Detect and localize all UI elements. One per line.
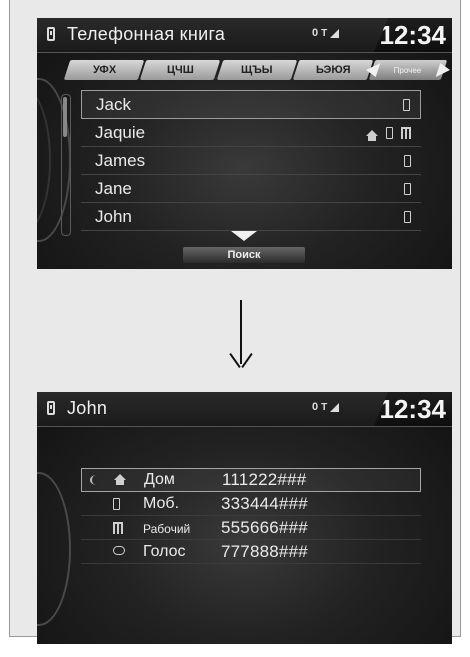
header-bar: Телефонная книга 0 T 12:34	[37, 18, 452, 53]
phone-icon	[404, 210, 411, 223]
phone-icon	[404, 154, 411, 167]
phonebook-screen: Телефонная книга 0 T 12:34 УФХ ЦЧШ ЩЪЫ Ь…	[37, 18, 452, 269]
scrollbar[interactable]	[61, 94, 71, 236]
status-indicator: 0 T	[312, 27, 340, 39]
page-title: Телефонная книга	[67, 24, 226, 44]
phone-icon	[404, 182, 411, 195]
call-icon	[90, 475, 102, 485]
contact-name: John	[67, 398, 108, 418]
work-icon	[401, 126, 411, 139]
number-row-work[interactable]: Рабочий 555666###	[81, 517, 421, 540]
home-icon	[366, 129, 378, 141]
header-bar: John 0 T 12:34	[37, 392, 452, 427]
search-button[interactable]: Поиск	[183, 247, 305, 263]
clock-tab: 12:34	[374, 18, 452, 52]
phone-icon	[47, 401, 55, 415]
contact-row-james[interactable]: James	[81, 147, 421, 175]
number-row-voice[interactable]: Голос 777888###	[81, 541, 421, 564]
number-list: Дом 111222### Моб. 333444### Рабочий 555…	[81, 468, 421, 565]
signal-icon	[330, 28, 340, 38]
contact-row-jaquie[interactable]: Jaquie	[81, 119, 421, 147]
work-icon	[113, 522, 123, 534]
contact-row-jack[interactable]: Jack	[81, 90, 421, 119]
clock: 12:34	[379, 20, 447, 50]
phone-icon	[403, 98, 410, 111]
tab-eyuya[interactable]: ЬЭЮЯ	[292, 60, 374, 80]
signal-icon	[330, 402, 340, 412]
contact-detail-screen: John 0 T 12:34 Дом 111222### Моб. 333444…	[37, 392, 452, 644]
down-arrow-icon	[225, 300, 257, 370]
phone-icon	[386, 126, 393, 139]
number-row-home[interactable]: Дом 111222###	[81, 468, 421, 492]
contact-row-john[interactable]: John	[81, 203, 421, 231]
voice-icon	[113, 546, 125, 555]
mobile-icon	[113, 498, 120, 510]
number-row-mobile[interactable]: Моб. 333444###	[81, 493, 421, 516]
contact-list: Jack Jaquie James Jane John	[81, 90, 421, 231]
clock: 12:34	[379, 394, 447, 424]
clock-tab: 12:34	[374, 392, 452, 426]
tab-tschsh[interactable]: ЦЧШ	[140, 60, 221, 80]
home-icon	[114, 474, 126, 485]
scroll-down-icon[interactable]	[231, 231, 257, 241]
status-indicator: 0 T	[312, 401, 340, 413]
phone-icon	[47, 27, 55, 41]
contact-row-jane[interactable]: Jane	[81, 175, 421, 203]
tab-shchyy[interactable]: ЩЪЫ	[216, 60, 297, 80]
tab-ufh[interactable]: УФХ	[63, 60, 145, 80]
alphabet-tabs: УФХ ЦЧШ ЩЪЫ ЬЭЮЯ Прочее	[63, 60, 452, 80]
tab-more[interactable]: Прочее	[363, 60, 452, 80]
